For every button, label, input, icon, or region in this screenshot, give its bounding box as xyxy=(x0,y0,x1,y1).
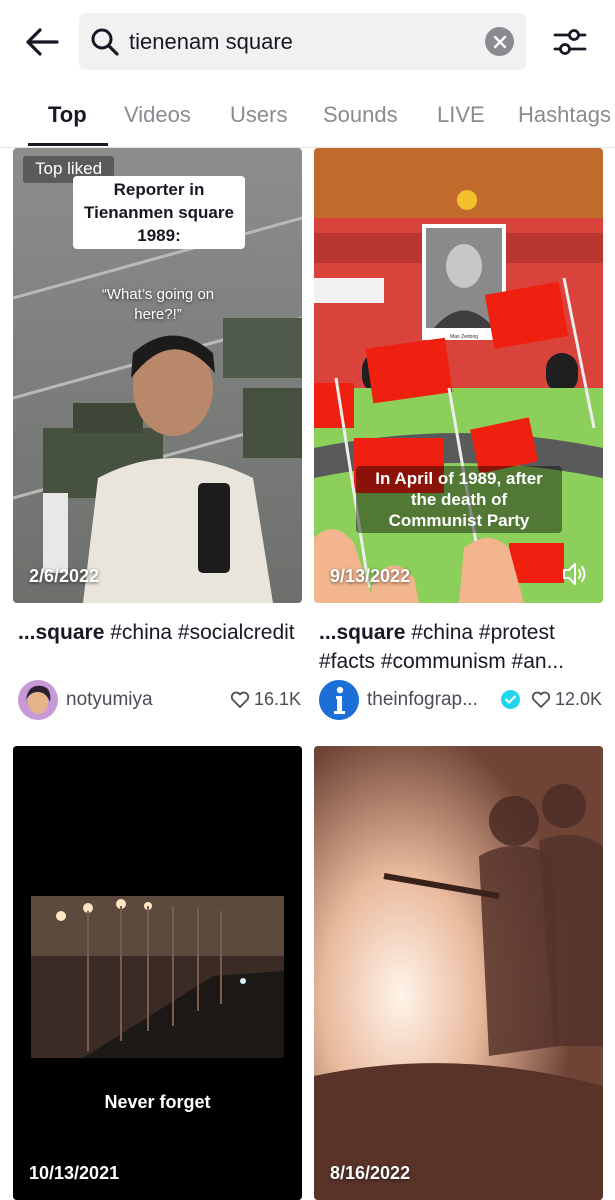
thumbnail-image xyxy=(314,746,603,1200)
avatar[interactable] xyxy=(18,680,58,720)
username[interactable]: theinfograp... xyxy=(367,689,478,711)
tab-sounds[interactable]: Sounds xyxy=(323,102,398,128)
arrow-left-icon xyxy=(26,28,59,56)
heart-icon xyxy=(230,691,250,708)
tab-hashtags[interactable]: Hashtags xyxy=(518,102,611,128)
thumbnail-image xyxy=(13,746,302,1200)
overlay-caption: In April of 1989, after the death of Com… xyxy=(356,466,562,533)
back-button[interactable] xyxy=(22,22,62,62)
video-thumbnail[interactable]: Top liked Reporter in Tienanmen square 1… xyxy=(13,148,302,603)
video-card[interactable]: 8/16/2022 xyxy=(314,746,603,1200)
video-card[interactable]: Never forget 10/13/2021 xyxy=(13,746,302,1200)
like-count: 12.0K xyxy=(531,689,602,710)
search-field[interactable] xyxy=(79,13,526,70)
avatar-image xyxy=(18,680,58,720)
verified-icon xyxy=(501,690,520,709)
filter-button[interactable] xyxy=(550,22,590,62)
video-date: 9/13/2022 xyxy=(330,566,411,586)
video-caption[interactable]: ...square #china #socialcredit xyxy=(18,618,301,647)
portrait-caption: Mao Zedong xyxy=(449,334,479,340)
overlay-caption: Never forget xyxy=(104,1092,211,1112)
search-icon xyxy=(91,28,119,56)
like-count-value: 12.0K xyxy=(554,689,602,709)
video-card[interactable]: Top liked Reporter in Tienanmen square 1… xyxy=(13,148,302,728)
caption-keyword: ...square xyxy=(18,621,105,644)
like-count-value: 16.1K xyxy=(253,689,301,709)
tab-videos[interactable]: Videos xyxy=(124,102,191,128)
username[interactable]: notyumiya xyxy=(66,689,153,711)
overlay-quote: “What’s going on here?!” xyxy=(101,286,215,323)
video-card[interactable]: Mao Zedong In April of 1989, after the d… xyxy=(314,148,603,728)
tab-users[interactable]: Users xyxy=(230,102,287,128)
video-meta: theinfograp... 12.0K xyxy=(319,680,602,720)
video-thumbnail[interactable]: Never forget 10/13/2021 xyxy=(13,746,302,1200)
caption-keyword: ...square xyxy=(319,621,406,644)
volume-icon[interactable] xyxy=(561,561,589,587)
clear-search-button[interactable] xyxy=(485,27,514,56)
video-date: 2/6/2022 xyxy=(29,566,100,586)
tab-live[interactable]: LIVE xyxy=(437,102,485,128)
filter-sliders-icon xyxy=(553,29,587,55)
info-icon xyxy=(319,680,359,720)
clear-icon xyxy=(493,35,506,48)
avatar[interactable] xyxy=(319,680,359,720)
search-tabs: Top Videos Users Sounds LIVE Hashtags xyxy=(0,92,615,148)
like-count: 16.1K xyxy=(230,689,301,710)
video-thumbnail[interactable]: 8/16/2022 xyxy=(314,746,603,1200)
search-input[interactable] xyxy=(129,13,459,70)
video-meta: notyumiya 16.1K xyxy=(18,680,301,720)
overlay-caption: Reporter in Tienanmen square 1989: xyxy=(73,176,245,249)
video-date: 10/13/2021 xyxy=(29,1163,120,1183)
caption-hashtags: #china #socialcredit xyxy=(104,621,295,644)
video-thumbnail[interactable]: Mao Zedong In April of 1989, after the d… xyxy=(314,148,603,603)
video-date: 8/16/2022 xyxy=(330,1163,411,1183)
thumbnail-image xyxy=(314,148,603,603)
video-caption[interactable]: ...square #china #protest #facts #commun… xyxy=(319,618,602,676)
active-tab-indicator xyxy=(28,143,108,146)
heart-icon xyxy=(531,691,551,708)
tab-top[interactable]: Top xyxy=(48,102,87,128)
search-header xyxy=(0,0,615,84)
